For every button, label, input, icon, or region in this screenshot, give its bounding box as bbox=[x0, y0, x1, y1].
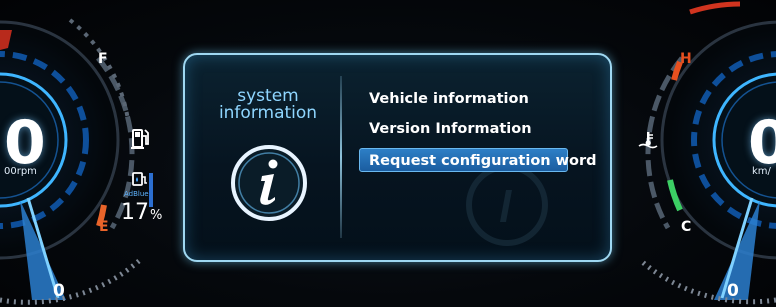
temp-cold-mark: C bbox=[681, 219, 692, 235]
panel-divider bbox=[340, 76, 342, 238]
menu-item-version-information[interactable]: Version Information bbox=[369, 121, 532, 137]
menu-item-vehicle-information[interactable]: Vehicle information bbox=[369, 91, 529, 107]
panel-title-line2: information bbox=[218, 103, 318, 123]
adblue-unit: % bbox=[150, 208, 163, 223]
fuel-full-mark: F bbox=[98, 51, 108, 67]
adblue-icon bbox=[132, 172, 147, 186]
menu-item-request-configuration-word[interactable]: Request configuration word bbox=[359, 148, 597, 172]
info-icon bbox=[231, 145, 307, 221]
adblue-value: 17 bbox=[121, 200, 149, 225]
temp-hot-mark: H bbox=[680, 51, 692, 67]
left-bottom-value: 0 bbox=[53, 281, 65, 301]
fuel-pump-icon bbox=[131, 129, 149, 149]
fuel-empty-mark: E bbox=[99, 219, 109, 235]
coolant-temperature-icon bbox=[638, 132, 658, 149]
right-bottom-value: 0 bbox=[727, 281, 739, 301]
instrument-cluster-screen: 0 00rpm F E AdBlue 17 % 0 system informa… bbox=[0, 0, 776, 307]
speed-unit: km/ bbox=[752, 166, 771, 177]
background-watermark-icon bbox=[466, 164, 548, 246]
panel-title: system information bbox=[203, 88, 333, 122]
adblue-label: AdBlue bbox=[124, 190, 149, 198]
rpm-unit: 00rpm bbox=[4, 166, 37, 177]
